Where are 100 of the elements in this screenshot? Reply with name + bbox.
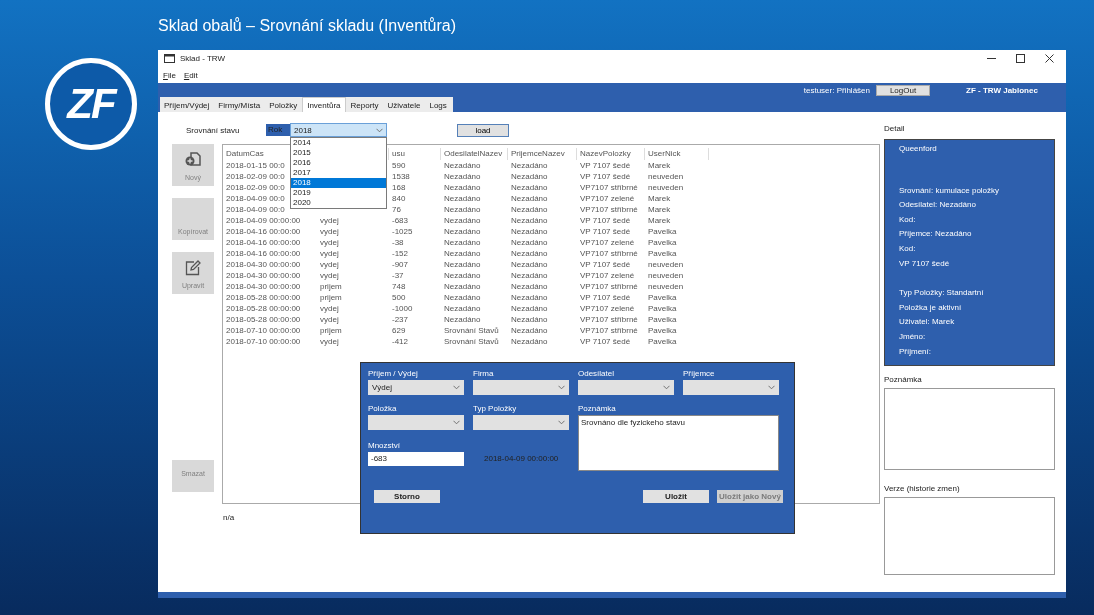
select-field[interactable]: Výdej [368, 380, 464, 395]
table-cell: Nezadáno [511, 326, 548, 335]
table-cell: 2018-05-28 00:00:00 [226, 304, 301, 313]
detail-text: Typ Položky: Standartní [899, 288, 984, 298]
table-cell: Nezadáno [511, 271, 548, 280]
table-cell: vydej [320, 271, 339, 280]
select-field[interactable] [683, 380, 779, 395]
table-cell: Nezadáno [444, 172, 481, 181]
table-cell: vydej [320, 227, 339, 236]
table-cell: VP7107 zelené [580, 194, 635, 203]
table-cell: -237 [392, 315, 408, 324]
table-cell: Pavelka [648, 304, 677, 313]
chevron-down-icon [768, 385, 775, 390]
dialog-button[interactable]: Storno [374, 490, 440, 503]
table-cell: -1000 [392, 304, 413, 313]
detail-text: Příjemce: Nezadáno [899, 229, 972, 239]
table-cell: 2018-05-28 00:00:00 [226, 293, 301, 302]
table-cell: Nezadáno [444, 249, 481, 258]
field-label: Položka [368, 404, 398, 414]
table-cell: Nezadáno [444, 183, 481, 192]
detail-text: VP 7107 šedé [899, 258, 950, 268]
table-cell: Nezadáno [511, 227, 548, 236]
table-cell: Nezadáno [444, 205, 481, 214]
quantity-input[interactable]: -683 [368, 452, 464, 466]
detail-text: Příjmení: [899, 346, 931, 356]
window-title: Sklad - TRW [180, 54, 226, 63]
select-field[interactable] [578, 380, 674, 395]
close-icon[interactable] [1045, 54, 1054, 63]
table-cell: VP 7107 šedé [580, 260, 631, 269]
table-cell: Nezadáno [444, 227, 481, 236]
table-cell: 2018-04-30 00:00:00 [226, 271, 301, 280]
table-cell: -683 [392, 216, 408, 225]
tab[interactable]: Inventůra [302, 97, 346, 112]
table-cell: Srovnání Stavů [444, 337, 499, 346]
table-cell: 2018-04-09 00:0 [226, 205, 285, 214]
table-cell: VP7107 zelené [580, 304, 635, 313]
dropdown-option[interactable]: 2017 [291, 168, 386, 178]
table-cell: vydej [320, 216, 339, 225]
menu-item[interactable]: Edit [183, 70, 198, 80]
table-cell: vydej [320, 304, 339, 313]
table-cell: Nezadáno [511, 337, 548, 346]
table-cell: VP 7107 šedé [580, 227, 631, 236]
table-cell: 2018-04-09 00:00:00 [226, 216, 301, 225]
dropdown-option[interactable]: 2019 [291, 188, 386, 198]
table-cell: Nezadáno [511, 205, 548, 214]
select-field[interactable] [473, 415, 569, 430]
logout-button[interactable]: LogOut [876, 84, 930, 96]
chevron-down-icon [558, 385, 565, 390]
table-cell: prijem [320, 326, 342, 335]
history-field[interactable] [884, 497, 1055, 575]
table-cell: 2018-01-15 00:0 [226, 161, 285, 170]
table-cell: Pavelka [648, 249, 677, 258]
table-cell: VP 7107 šedé [580, 293, 631, 302]
dropdown-option[interactable]: 2020 [291, 198, 386, 208]
dropdown-option[interactable]: 2014 [291, 138, 386, 148]
select-field[interactable] [368, 415, 464, 430]
note-input[interactable]: Srovnáno dle fyzickeho stavu [578, 415, 779, 471]
field-label: Mnozství [368, 441, 401, 451]
table-cell: Nezadáno [444, 260, 481, 269]
table-cell: Nezadáno [511, 249, 548, 258]
detail-text: Uživatel: Marek [899, 317, 955, 327]
table-cell: neuveden [648, 282, 684, 291]
table-cell: Srovnání Stavů [444, 326, 499, 335]
dropdown-option[interactable]: 2016 [291, 158, 386, 168]
table-cell: 168 [392, 183, 406, 192]
table-cell: Pavelka [648, 293, 677, 302]
table-cell: 840 [392, 194, 406, 203]
table-cell: vydej [320, 260, 339, 269]
site-name: ZF - TRW Jablonec [966, 85, 1039, 95]
dropdown-option[interactable]: 2018 [291, 178, 386, 188]
table-cell: Nezadáno [511, 238, 548, 247]
table-cell: Nezadáno [511, 161, 548, 170]
table-cell: VP 7107 šedé [580, 161, 631, 170]
table-cell: vydej [320, 315, 339, 324]
date-text: 2018-04-09 00:00:00 [483, 453, 560, 465]
table-cell: 2018-07-10 00:00:00 [226, 326, 301, 335]
detail-text: Odesílatel: Nezadáno [899, 200, 976, 210]
table-cell: 500 [392, 293, 406, 302]
table-cell: Nezadáno [444, 194, 481, 203]
year-dropdown[interactable]: 2018 [290, 123, 387, 137]
add-file-icon [185, 152, 201, 168]
table-cell: VP 7107 šedé [580, 337, 631, 346]
select-field[interactable] [473, 380, 569, 395]
column-header: NazevPolozky [577, 148, 645, 160]
table-cell: prijem [320, 293, 342, 302]
table-cell: Nezadáno [444, 238, 481, 247]
window-icon [164, 54, 175, 63]
menu-item[interactable]: File [163, 70, 176, 80]
table-cell: Nezadáno [444, 315, 481, 324]
table-cell: 748 [392, 282, 406, 291]
dialog-button[interactable]: Uložit [643, 490, 709, 503]
table-cell: Nezadáno [444, 271, 481, 280]
table-cell: Nezadáno [511, 304, 548, 313]
table-cell: 2018-04-16 00:00:00 [226, 249, 301, 258]
load-button[interactable]: load [457, 123, 509, 137]
maximize-icon[interactable] [1016, 54, 1025, 63]
note-field[interactable] [884, 388, 1055, 470]
dropdown-option[interactable]: 2015 [291, 148, 386, 158]
field-label: Odesílatel [578, 369, 616, 379]
table-cell: neuveden [648, 172, 684, 181]
